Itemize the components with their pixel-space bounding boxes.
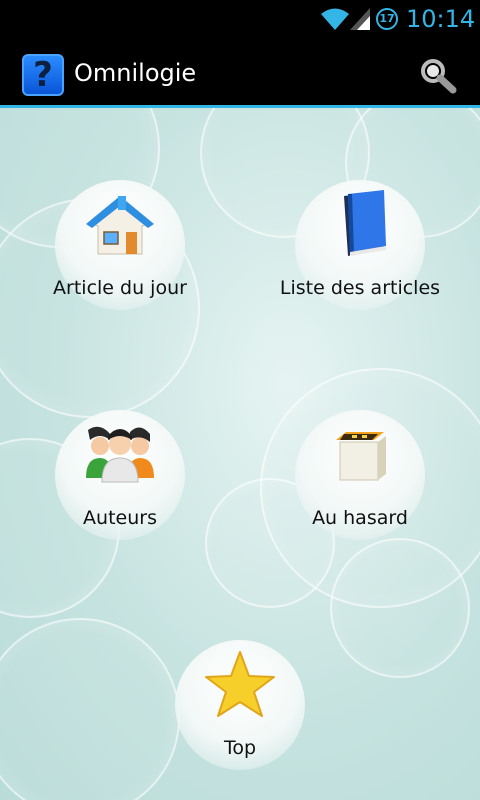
status-bar: 17 10:14 [0, 0, 480, 38]
people-icon [86, 426, 154, 483]
box-icon [336, 432, 386, 481]
action-bar: ? Omnilogie [0, 38, 480, 108]
main-content: Article du jour Liste des articles Auteu… [0, 108, 480, 800]
book-icon [344, 190, 386, 256]
menu-item-au-hasard[interactable]: Au hasard [240, 410, 480, 550]
menu-item-label: Au hasard [312, 507, 408, 529]
wifi-icon [321, 8, 349, 30]
menu-item-label: Liste des articles [279, 277, 441, 299]
app-logo-icon[interactable]: ? [22, 54, 64, 96]
menu-item-liste-des-articles[interactable]: Liste des articles [240, 180, 480, 320]
menu-item-label: Top [223, 737, 257, 759]
signal-icon [350, 8, 370, 30]
star-icon [205, 651, 275, 717]
menu-item-article-du-jour[interactable]: Article du jour [0, 180, 240, 320]
app-title: Omnilogie [74, 59, 197, 87]
notification-badge: 17 [376, 8, 398, 30]
house-icon [86, 196, 154, 255]
search-icon[interactable] [418, 56, 458, 94]
menu-item-top[interactable]: Top [120, 640, 360, 780]
clock: 10:14 [406, 5, 476, 33]
menu-item-label: Article du jour [53, 277, 187, 299]
menu-item-label: Auteurs [83, 507, 157, 529]
menu-item-auteurs[interactable]: Auteurs [0, 410, 240, 550]
